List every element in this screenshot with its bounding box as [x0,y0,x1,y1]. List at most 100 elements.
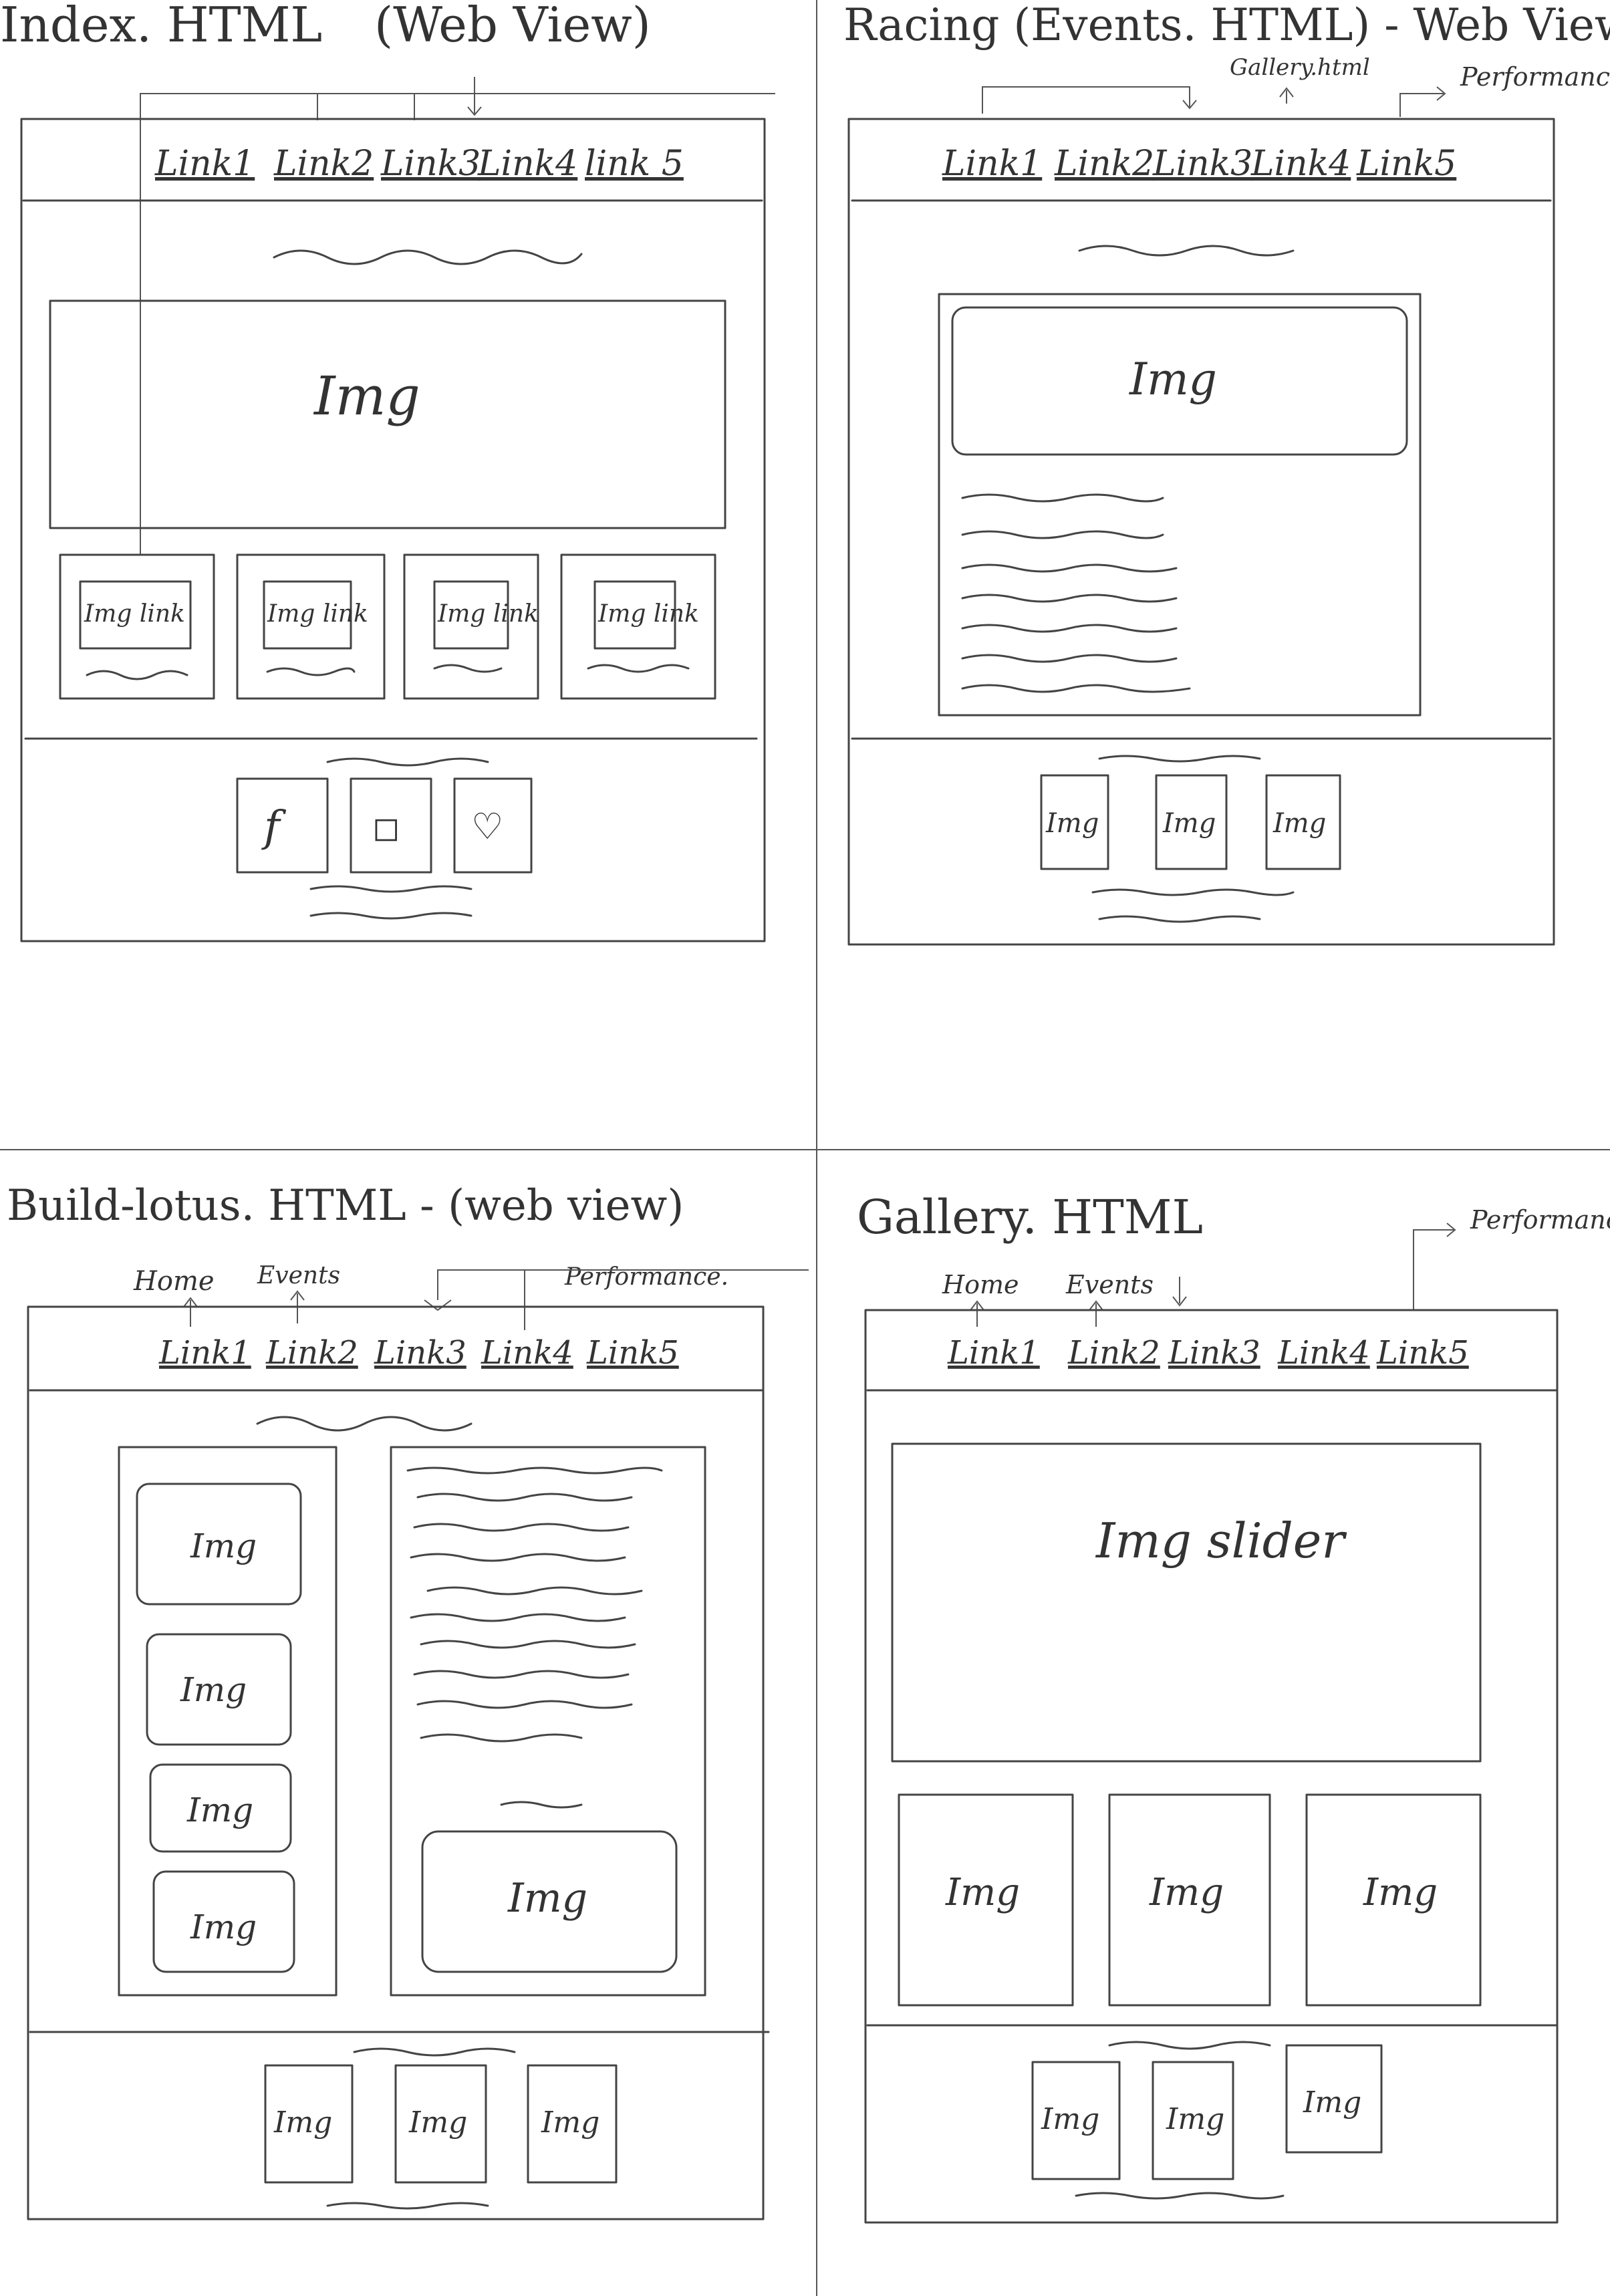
index-nav-link-4[interactable]: Link4 [477,144,577,184]
racing-nav-link-4[interactable]: Link4 [1250,144,1351,184]
racing-footer-img-3-label: Img [1272,808,1326,839]
racing-nav-link-3[interactable]: Link3 [1152,144,1252,184]
racing-hero-label: Img [1129,354,1217,405]
racing-footer-squiggle [1098,755,1261,763]
buildlotus-footer-line [326,2202,489,2210]
racing-nav-link-2[interactable]: Link2 [1054,144,1154,184]
buildlotus-text-line [420,1640,636,1649]
instagram-glyph: ◻ [372,808,400,847]
gallery-footer-img-3-label: Img [1303,2085,1361,2120]
gallery-footer-imgs: Img Img Img [1031,2044,1383,2180]
racing-nav: Link1 Link2 Link3 Link4 Link5 [942,144,1456,184]
racing-arrow-3 [1399,86,1446,117]
racing-text-line [961,563,1178,573]
racing-footer-line-2 [1098,915,1261,923]
buildlotus-footer-squiggle [353,2047,516,2057]
gallery-thumb-3-label: Img [1363,1871,1438,1914]
racing-annotation-gallery: Gallery.html [1230,54,1370,81]
buildlotus-text-line [426,1586,643,1596]
index-card-3-caption [433,664,503,673]
gallery-nav-link-1[interactable]: Link1 [947,1334,1040,1372]
heart-glyph: ♡ [471,805,503,848]
index-footer-line-2 [309,912,473,920]
index-card-1-label: Img link [84,600,185,628]
racing-footer-imgs: Img Img Img [1040,774,1341,870]
racing-footer-img-1-label: Img [1045,808,1099,839]
buildlotus-footer-imgs: Img Img Img [264,2064,618,2184]
racing-text-line [961,654,1178,663]
buildlotus-content-img-label: Img [507,1875,587,1922]
index-nav-link-5[interactable]: link 5 [585,144,684,184]
racing-text-line [961,624,1178,633]
racing-footer-img-2-label: Img [1162,808,1216,839]
buildlotus-body-text [406,1466,663,1743]
facebook-icon[interactable] [236,777,329,874]
racing-nav-link-5[interactable]: Link5 [1356,144,1456,184]
buildlotus-footer-img-3-label: Img [541,2106,599,2140]
buildlotus-nav-link-3[interactable]: Link3 [374,1334,466,1372]
index-footer-line-1 [309,885,473,893]
gallery-thumb-1-label: Img [945,1871,1020,1914]
gallery-arrow-events [1089,1300,1103,1327]
gallery-slider-box[interactable] [891,1442,1482,1763]
racing-body-text [961,493,1191,693]
gallery-title: Gallery. HTML [857,1190,1203,1245]
buildlotus-text-line [416,1493,633,1502]
buildlotus-annotation-home: Home [133,1266,215,1297]
gallery-nav-link-4[interactable]: Link4 [1277,1334,1370,1372]
wireframe-sheet: Index. HTML (Web View) Link1 Link2 Link3… [0,0,1610,2296]
gallery-annotation-events: Events [1065,1270,1154,1299]
gallery-arrow-performance [1413,1223,1456,1310]
buildlotus-side-img-1-label: Img [190,1527,257,1565]
gallery-thumb-2-label: Img [1149,1871,1224,1914]
index-card-2-caption [266,667,356,676]
buildlotus-nav: Link1 Link2 Link3 Link4 Link5 [158,1334,679,1372]
index-hero-label: Img [313,365,420,427]
index-nav: Link1 Link2 Link3 Link4 link 5 [154,144,684,184]
racing-text-line [961,493,1164,503]
buildlotus-text-line [416,1700,633,1709]
racing-footer-line-1 [1091,888,1295,896]
gallery-nav-link-3[interactable]: Link3 [1168,1334,1260,1372]
gallery-slider-label: Img slider [1095,1513,1347,1569]
index-heading-squiggle [273,249,583,265]
index-card-4-label: Img link [597,600,699,628]
buildlotus-heading-squiggle [256,1416,473,1432]
index-nav-link-2[interactable]: Link2 [273,144,374,184]
racing-arrow-1 [982,86,1197,114]
racing-annotation-performance: Performance html [1460,62,1610,92]
buildlotus-text-line [420,1733,583,1743]
buildlotus-footer-img-2-label: Img [408,2106,467,2140]
buildlotus-text-line [406,1466,663,1475]
buildlotus-text-line [413,1523,630,1532]
gallery-footer-squiggle [1108,2041,1271,2050]
index-card-2-label: Img link [267,600,368,628]
gallery-nav-link-2[interactable]: Link2 [1067,1334,1160,1372]
gallery-nav-link-5[interactable]: Link5 [1376,1334,1469,1372]
racing-text-line [961,594,1178,603]
index-nav-link-3[interactable]: Link3 [380,144,481,184]
facebook-glyph: f [261,802,287,852]
index-title: Index. HTML [0,0,322,53]
gallery-footer-line [1075,2192,1285,2200]
racing-text-line [961,684,1191,693]
gallery-annotation-home: Home [942,1270,1019,1299]
index-card-1-caption [86,670,188,680]
buildlotus-text-line [413,1670,630,1679]
buildlotus-nav-link-4[interactable]: Link4 [481,1334,573,1372]
buildlotus-nav-link-1[interactable]: Link1 [158,1334,251,1372]
buildlotus-nav-link-5[interactable]: Link5 [586,1334,679,1372]
racing-heading-squiggle [1078,245,1295,257]
gallery-sketch: Gallery. HTML Home Events Performance ht… [857,1190,1610,2224]
index-cards: Img link Img link Img link Img link [59,553,716,700]
buildlotus-side-img-3-label: Img [186,1791,253,1829]
buildlotus-nav-link-2[interactable]: Link2 [265,1334,358,1372]
buildlotus-content-squiggle [500,1801,583,1809]
gallery-browser-frame [864,1309,1559,2224]
buildlotus-arrow-home [183,1297,198,1327]
racing-sketch: Racing (Events. HTML) - Web View Gallery… [843,0,1610,946]
gallery-footer-img-1-label: Img [1041,2102,1099,2136]
racing-nav-link-1[interactable]: Link1 [942,144,1042,184]
racing-text-line [961,530,1164,539]
index-nav-link-1[interactable]: Link1 [154,144,255,184]
